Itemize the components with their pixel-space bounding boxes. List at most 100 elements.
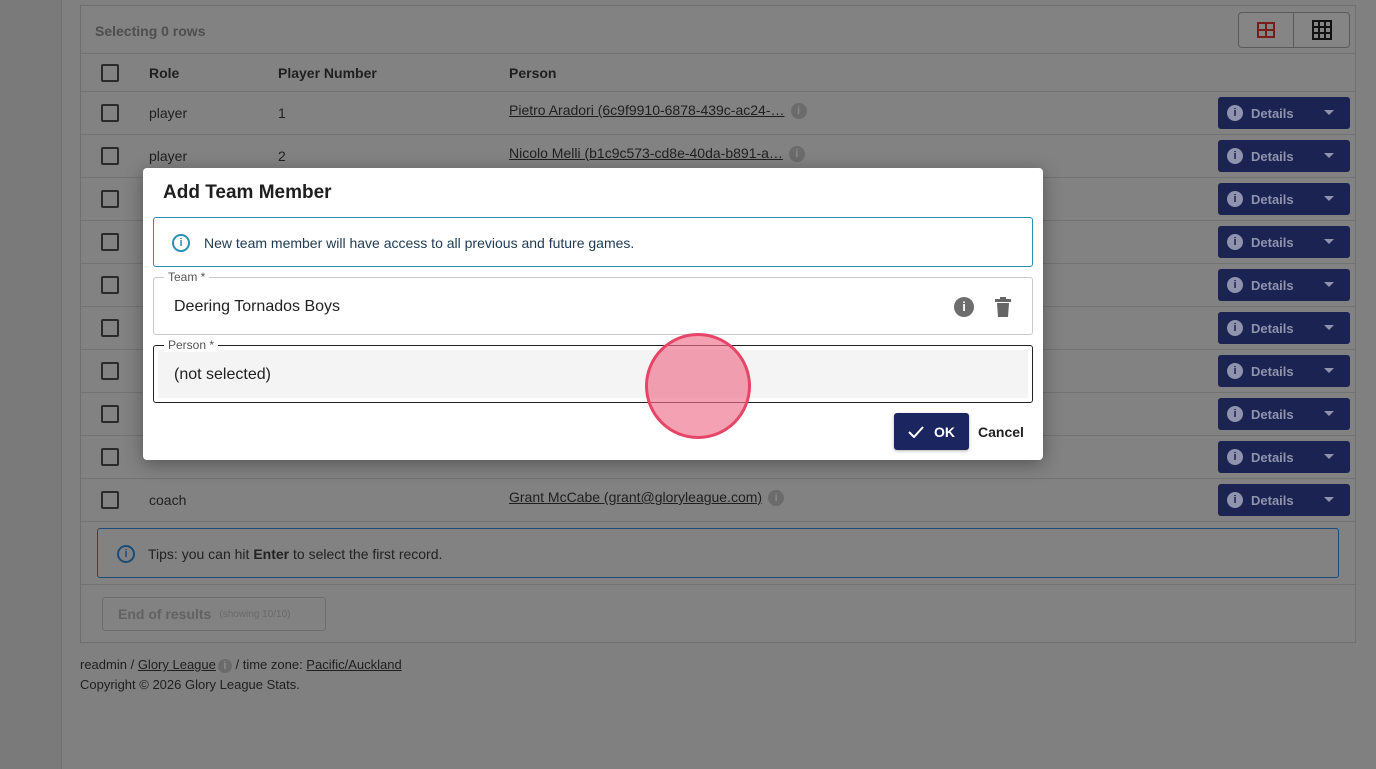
person-link[interactable]: Pietro Aradori (6c9f9910-6878-439c-ac24-… bbox=[509, 102, 785, 118]
grid-view-button[interactable] bbox=[1294, 12, 1350, 48]
details-button[interactable]: i Details bbox=[1218, 484, 1350, 516]
select-all-checkbox[interactable] bbox=[101, 64, 119, 82]
tips-banner: i Tips: you can hit Enter to select the … bbox=[97, 528, 1339, 578]
table-view-button[interactable] bbox=[1238, 12, 1294, 48]
grid-view-icon bbox=[1311, 20, 1332, 40]
divider bbox=[81, 584, 1355, 585]
row-checkbox[interactable] bbox=[101, 104, 119, 122]
chevron-down-icon[interactable] bbox=[1324, 110, 1334, 115]
person-info-icon[interactable]: i bbox=[768, 490, 785, 507]
row-checkbox[interactable] bbox=[101, 190, 119, 208]
chevron-down-icon[interactable] bbox=[1324, 454, 1334, 459]
details-button[interactable]: i Details bbox=[1218, 312, 1350, 344]
details-label: Details bbox=[1251, 449, 1294, 465]
table-header: Role Player Number Person bbox=[81, 54, 1355, 92]
person-value: (not selected) bbox=[174, 366, 271, 383]
left-rail bbox=[0, 0, 62, 769]
team-info-icon[interactable]: i bbox=[954, 297, 974, 317]
cell-person: Nicolo Melli (b1c9c573-cd8e-40da-b891-a…… bbox=[509, 145, 805, 163]
details-button[interactable]: i Details bbox=[1218, 183, 1350, 215]
person-link[interactable]: Nicolo Melli (b1c9c573-cd8e-40da-b891-a… bbox=[509, 145, 783, 161]
header-player-number: Player Number bbox=[278, 65, 377, 81]
chevron-down-icon[interactable] bbox=[1324, 153, 1334, 158]
info-icon: i bbox=[1227, 320, 1243, 336]
info-icon: i bbox=[1227, 277, 1243, 293]
details-button[interactable]: i Details bbox=[1218, 398, 1350, 430]
trash-icon[interactable] bbox=[994, 297, 1012, 317]
info-icon: i bbox=[117, 545, 135, 563]
details-label: Details bbox=[1251, 234, 1294, 250]
chevron-down-icon[interactable] bbox=[1324, 497, 1334, 502]
click-indicator bbox=[645, 333, 751, 439]
timezone-link[interactable]: Pacific/Auckland bbox=[306, 657, 401, 672]
team-field[interactable]: Team * Deering Tornados Boys i bbox=[153, 270, 1033, 335]
tips-text: Tips: you can hit Enter to select the fi… bbox=[148, 546, 443, 562]
cell-role: player bbox=[149, 105, 188, 121]
alert-text: New team member will have access to all … bbox=[204, 235, 635, 251]
person-field[interactable]: Person * (not selected) bbox=[153, 338, 1033, 403]
footer-meta: readmin / Glory League i / time zone: Pac… bbox=[80, 657, 402, 673]
org-link[interactable]: Glory League bbox=[138, 657, 216, 672]
chevron-down-icon[interactable] bbox=[1324, 196, 1334, 201]
row-checkbox[interactable] bbox=[101, 147, 119, 165]
ok-button[interactable]: OK bbox=[894, 413, 969, 450]
chevron-down-icon[interactable] bbox=[1324, 239, 1334, 244]
details-button[interactable]: i Details bbox=[1218, 355, 1350, 387]
org-info-icon[interactable]: i bbox=[217, 658, 232, 673]
table-view-icon bbox=[1257, 22, 1275, 38]
details-label: Details bbox=[1251, 277, 1294, 293]
details-label: Details bbox=[1251, 191, 1294, 207]
team-value: Deering Tornados Boys bbox=[174, 298, 341, 315]
chevron-down-icon[interactable] bbox=[1324, 368, 1334, 373]
details-label: Details bbox=[1251, 492, 1294, 508]
selection-count: Selecting 0 rows bbox=[95, 23, 206, 39]
details-label: Details bbox=[1251, 105, 1294, 121]
info-icon: i bbox=[1227, 363, 1243, 379]
info-icon: i bbox=[1227, 148, 1243, 164]
cell-role: player bbox=[149, 148, 188, 164]
view-toggle bbox=[1238, 12, 1350, 48]
header-person: Person bbox=[509, 65, 557, 81]
cell-role: coach bbox=[149, 492, 187, 508]
row-checkbox[interactable] bbox=[101, 233, 119, 251]
row-checkbox[interactable] bbox=[101, 362, 119, 380]
details-label: Details bbox=[1251, 320, 1294, 336]
person-info-icon[interactable]: i bbox=[790, 103, 807, 120]
table-row[interactable]: player 1 Pietro Aradori (6c9f9910-6878-439… bbox=[81, 92, 1355, 135]
details-button[interactable]: i Details bbox=[1218, 140, 1350, 172]
row-checkbox[interactable] bbox=[101, 276, 119, 294]
details-label: Details bbox=[1251, 406, 1294, 422]
details-button[interactable]: i Details bbox=[1218, 269, 1350, 301]
cancel-button[interactable]: Cancel bbox=[971, 413, 1031, 450]
info-icon: i bbox=[1227, 191, 1243, 207]
end-of-results-label: End of results bbox=[118, 606, 212, 622]
details-button[interactable]: i Details bbox=[1218, 97, 1350, 129]
row-checkbox[interactable] bbox=[101, 448, 119, 466]
dialog-title: Add Team Member bbox=[163, 182, 332, 203]
person-info-icon[interactable]: i bbox=[788, 146, 805, 163]
cell-person: Grant McCabe (grant@gloryleague.com) i bbox=[509, 489, 785, 507]
details-button[interactable]: i Details bbox=[1218, 226, 1350, 258]
add-team-member-dialog: Add Team Member i New team member will h… bbox=[143, 168, 1043, 460]
cell-player-number: 2 bbox=[278, 148, 286, 164]
info-icon: i bbox=[1227, 406, 1243, 422]
end-of-results-button[interactable]: End of results (showing 10/10) bbox=[102, 597, 326, 631]
row-checkbox[interactable] bbox=[101, 319, 119, 337]
person-link[interactable]: Grant McCabe (grant@gloryleague.com) bbox=[509, 489, 762, 505]
info-icon: i bbox=[172, 234, 190, 252]
person-label: Person * bbox=[164, 338, 219, 352]
check-icon bbox=[908, 425, 924, 438]
chevron-down-icon[interactable] bbox=[1324, 325, 1334, 330]
row-checkbox[interactable] bbox=[101, 491, 119, 509]
details-label: Details bbox=[1251, 148, 1294, 164]
details-button[interactable]: i Details bbox=[1218, 441, 1350, 473]
table-row[interactable]: coach Grant McCabe (grant@gloryleague.com… bbox=[81, 479, 1355, 522]
access-info-alert: i New team member will have access to al… bbox=[153, 217, 1033, 267]
cell-player-number: 1 bbox=[278, 105, 286, 121]
chevron-down-icon[interactable] bbox=[1324, 411, 1334, 416]
info-icon: i bbox=[1227, 234, 1243, 250]
chevron-down-icon[interactable] bbox=[1324, 282, 1334, 287]
row-checkbox[interactable] bbox=[101, 405, 119, 423]
header-role: Role bbox=[149, 65, 180, 81]
copyright: Copyright © 2026 Glory League Stats. bbox=[80, 677, 300, 692]
